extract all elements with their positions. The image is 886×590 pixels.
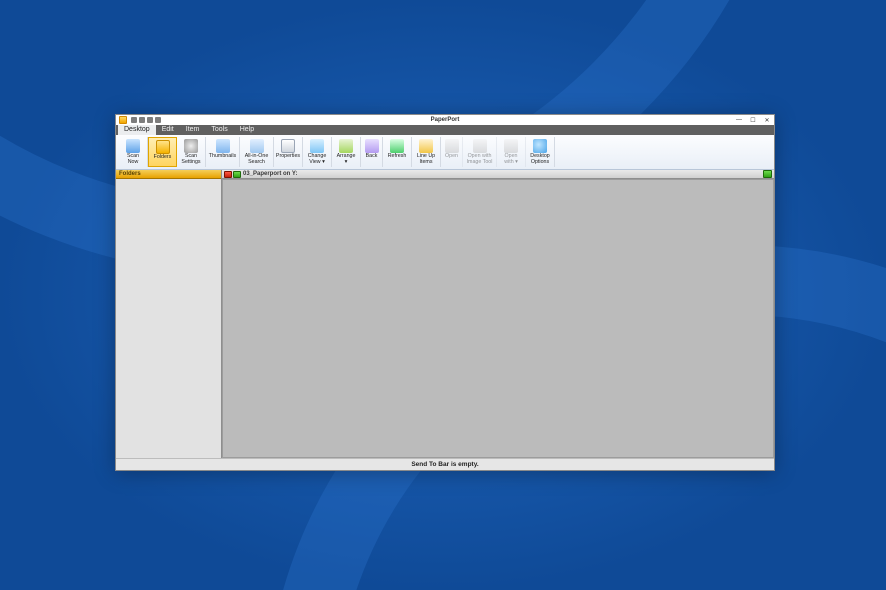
- refresh-icon: [390, 139, 404, 153]
- scan-settings-label: ScanSettings: [180, 154, 201, 165]
- line-up-items-icon: [419, 139, 433, 153]
- thumbnails-label: Thumbnails: [208, 154, 237, 160]
- breadcrumb-nav-icon[interactable]: [233, 171, 241, 178]
- main-panel: 03_Paperport on Y:: [222, 170, 774, 458]
- menu-tools[interactable]: Tools: [205, 125, 233, 135]
- open-image-icon: [473, 139, 487, 153]
- breadcrumb-path: 03_Paperport on Y:: [243, 171, 297, 177]
- qat-icon[interactable]: [147, 117, 153, 123]
- close-button[interactable]: ✕: [760, 115, 774, 125]
- scan-now-label: ScanNow: [126, 154, 140, 165]
- ribbon-folders[interactable]: Folders: [148, 137, 177, 167]
- change-view-label: ChangeView ▾: [307, 154, 328, 165]
- properties-label: Properties: [275, 154, 301, 160]
- status-message: Send To Bar is empty.: [411, 461, 478, 468]
- breadcrumb-pdf-icon[interactable]: [224, 171, 232, 178]
- refresh-label: Refresh: [387, 154, 408, 160]
- desktop-options-label: DesktopOptions: [529, 154, 550, 165]
- ribbon-desktop-options[interactable]: DesktopOptions: [526, 137, 555, 167]
- open-icon: [445, 139, 459, 153]
- thumbnails-icon: [216, 139, 230, 153]
- ribbon-refresh[interactable]: Refresh: [383, 137, 412, 167]
- open-image-label: Open withImage Tool: [466, 154, 494, 165]
- folder-view[interactable]: [222, 179, 774, 458]
- open-label: Open: [444, 154, 459, 160]
- scan-now-icon: [126, 139, 140, 153]
- ribbon-line-up-items[interactable]: Line UpItems: [412, 137, 441, 167]
- menu-bar: DesktopEditItemToolsHelp: [116, 125, 774, 135]
- open-with-icon: [504, 139, 518, 153]
- ribbon-back[interactable]: Back: [361, 137, 383, 167]
- qat-icon[interactable]: [131, 117, 137, 123]
- title-bar: PaperPort — ☐ ✕: [116, 115, 774, 125]
- app-window: PaperPort — ☐ ✕ DesktopEditItemToolsHelp…: [115, 114, 775, 471]
- ribbon-scan-now[interactable]: ScanNow: [119, 137, 148, 167]
- properties-icon: [281, 139, 295, 153]
- breadcrumb-forward-icon[interactable]: [763, 170, 772, 178]
- folder-tree[interactable]: [116, 179, 221, 458]
- open-with-label: Openwith ▾: [503, 154, 519, 165]
- minimize-button[interactable]: —: [732, 115, 746, 125]
- desktop-options-icon: [533, 139, 547, 153]
- back-icon: [365, 139, 379, 153]
- content-area: Folders 03_Paperport on Y:: [116, 170, 774, 458]
- ribbon-all-in-one[interactable]: All-in-OneSearch: [240, 137, 274, 167]
- ribbon-thumbnails[interactable]: Thumbnails: [206, 137, 240, 167]
- menu-edit[interactable]: Edit: [156, 125, 180, 135]
- arrange-icon: [339, 139, 353, 153]
- folders-icon: [156, 140, 170, 154]
- qat-icon[interactable]: [139, 117, 145, 123]
- qat-dropdown-icon[interactable]: [155, 117, 161, 123]
- all-in-one-icon: [250, 139, 264, 153]
- menu-item[interactable]: Item: [180, 125, 206, 135]
- ribbon-arrange[interactable]: Arrange▾: [332, 137, 361, 167]
- breadcrumb-bar: 03_Paperport on Y:: [222, 170, 774, 179]
- ribbon-toolbar: ScanNow Folders ScanSettings Thumbnails All-…: [116, 135, 774, 170]
- sidebar-heading: Folders: [116, 170, 221, 179]
- folders-sidebar: Folders: [116, 170, 222, 458]
- back-label: Back: [365, 154, 379, 160]
- scan-settings-icon: [184, 139, 198, 153]
- ribbon-open-image: Open withImage Tool: [463, 137, 497, 167]
- menu-desktop[interactable]: Desktop: [118, 125, 156, 135]
- status-bar: Send To Bar is empty.: [116, 458, 774, 470]
- ribbon-open-with: Openwith ▾: [497, 137, 526, 167]
- quick-access-toolbar: [131, 117, 161, 123]
- window-title: PaperPort: [431, 117, 460, 123]
- line-up-items-label: Line UpItems: [416, 154, 436, 165]
- menu-help[interactable]: Help: [234, 125, 260, 135]
- folders-label: Folders: [153, 155, 173, 161]
- ribbon-scan-settings[interactable]: ScanSettings: [177, 137, 206, 167]
- ribbon-open: Open: [441, 137, 463, 167]
- ribbon-properties[interactable]: Properties: [274, 137, 303, 167]
- change-view-icon: [310, 139, 324, 153]
- maximize-button[interactable]: ☐: [746, 115, 760, 125]
- app-icon: [119, 116, 127, 124]
- ribbon-change-view[interactable]: ChangeView ▾: [303, 137, 332, 167]
- arrange-label: Arrange▾: [336, 154, 357, 165]
- all-in-one-label: All-in-OneSearch: [244, 154, 270, 165]
